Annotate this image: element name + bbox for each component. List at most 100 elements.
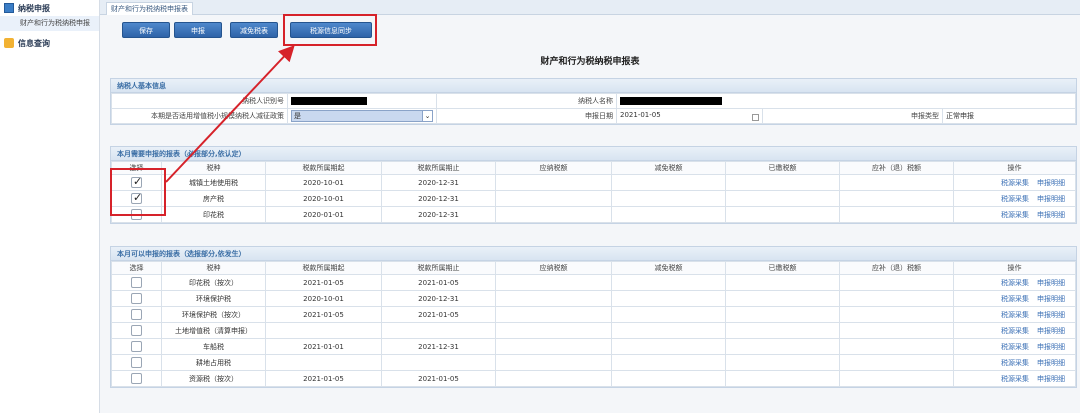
sidebar-item-property-tax[interactable]: 财产和行为税纳税申报	[0, 16, 99, 31]
detail-link[interactable]: 申报明细	[1037, 279, 1065, 287]
detail-link[interactable]: 申报明细	[1037, 295, 1065, 303]
column-header: 应纳税额	[495, 261, 612, 275]
tax-due	[839, 206, 954, 223]
table-row: 资源税（按次） 2021-01-05 2021-01-05 税源采集 申报明细	[111, 370, 1076, 387]
policy-cell: 是 ⌄	[287, 108, 437, 124]
detail-link[interactable]: 申报明细	[1037, 343, 1065, 351]
reduction-form-button[interactable]: 减免税表	[230, 22, 278, 38]
operations-cell: 税源采集 申报明细	[953, 174, 1076, 191]
detail-link[interactable]: 申报明细	[1037, 311, 1065, 319]
tax-reduction	[611, 306, 726, 323]
operations-cell: 税源采集 申报明细	[953, 370, 1076, 387]
tax-due	[839, 370, 954, 387]
declare-date-label: 申报日期	[436, 108, 617, 124]
column-header: 选择	[111, 261, 162, 275]
row-checkbox[interactable]	[131, 341, 142, 352]
tax-due	[839, 290, 954, 307]
period-end: 2020-12-31	[381, 290, 496, 307]
tax-due	[839, 338, 954, 355]
taxpayer-id-value	[287, 93, 437, 109]
collect-link[interactable]: 税源采集	[1001, 343, 1029, 351]
select-cell	[111, 370, 162, 387]
declare-type-value: 正常申报	[942, 108, 1076, 124]
tax-type: 车船税	[161, 338, 266, 355]
tax-paid	[725, 354, 840, 371]
tax-due	[839, 274, 954, 291]
row-checkbox[interactable]	[131, 373, 142, 384]
detail-link[interactable]: 申报明细	[1037, 195, 1065, 203]
tax-due	[839, 354, 954, 371]
operations-cell: 税源采集 申报明细	[953, 206, 1076, 223]
tax-payable	[495, 190, 612, 207]
detail-link[interactable]: 申报明细	[1037, 359, 1065, 367]
select-cell	[111, 338, 162, 355]
table-row: 房产税2020-10-012020-12-31 税源采集申报明细	[111, 190, 1076, 207]
period-end: 2021-12-31	[381, 338, 496, 355]
declare-button[interactable]: 申报	[174, 22, 222, 38]
period-start: 2020-01-01	[265, 206, 382, 223]
period-start: 2021-01-05	[265, 306, 382, 323]
panel-title: 纳税人基本信息	[111, 79, 1076, 93]
info-query-icon	[4, 38, 14, 48]
row-checkbox[interactable]	[131, 293, 142, 304]
tax-paid	[725, 206, 840, 223]
operations-cell: 税源采集 申报明细	[953, 354, 1076, 371]
calendar-icon[interactable]	[752, 114, 759, 121]
taxpayer-name-value	[616, 93, 1076, 109]
collect-link[interactable]: 税源采集	[1001, 359, 1029, 367]
table-row: 印花税 2020-01-01 2020-12-31 税源采集 申报明细	[111, 206, 1076, 223]
period-start	[265, 322, 382, 339]
operations-cell: 税源采集 申报明细	[953, 306, 1076, 323]
save-button[interactable]: 保存	[122, 22, 170, 38]
period-end: 2020-12-31	[381, 206, 496, 223]
detail-link[interactable]: 申报明细	[1037, 327, 1065, 335]
policy-select[interactable]: 是 ⌄	[291, 110, 433, 122]
detail-link[interactable]: 申报明细	[1037, 179, 1065, 187]
period-end	[381, 354, 496, 371]
detail-link[interactable]: 申报明细	[1037, 211, 1065, 219]
table-row: 耕地占用税 税源采集 申报明细	[111, 354, 1076, 371]
collect-link[interactable]: 税源采集	[1001, 211, 1029, 219]
table-row: 土地增值税（清算申报） 税源采集 申报明细	[111, 322, 1076, 339]
declare-date-field[interactable]: 2021-01-05	[616, 108, 763, 124]
tax-due	[839, 174, 954, 191]
period-end: 2020-12-31	[381, 190, 496, 207]
toolbar: 保存 申报 减免税表 税源信息同步	[100, 15, 1080, 45]
taxpayer-info-panel: 纳税人基本信息 纳税人识别号 纳税人名称 本期是否适用增值税小规模纳税人减征政策…	[110, 78, 1077, 125]
tax-type: 环境保护税（按次）	[161, 306, 266, 323]
operations-cell: 税源采集 申报明细	[953, 290, 1076, 307]
detail-link[interactable]: 申报明细	[1037, 375, 1065, 383]
sidebar-group-info-query[interactable]: 信息查询	[0, 35, 99, 51]
period-start: 2021-01-05	[265, 274, 382, 291]
collect-link[interactable]: 税源采集	[1001, 295, 1029, 303]
tax-payable	[495, 354, 612, 371]
tab-property-tax-form[interactable]: 财产和行为税纳税申报表	[106, 2, 193, 15]
row-checkbox[interactable]	[131, 357, 142, 368]
row-checkbox[interactable]	[131, 277, 142, 288]
tax-type: 耕地占用税	[161, 354, 266, 371]
sidebar-group-label: 纳税申报	[18, 3, 50, 13]
collect-link[interactable]: 税源采集	[1001, 195, 1029, 203]
period-start: 2020-10-01	[265, 190, 382, 207]
taxpayer-id-label: 纳税人识别号	[111, 93, 288, 109]
row-checkbox[interactable]	[131, 325, 142, 336]
tax-payable	[495, 206, 612, 223]
tax-reduction	[611, 190, 726, 207]
tax-type: 印花税	[161, 206, 266, 223]
collect-link[interactable]: 税源采集	[1001, 375, 1029, 383]
column-header: 税款所属期起	[265, 161, 382, 175]
collect-link[interactable]: 税源采集	[1001, 327, 1029, 335]
sidebar-group-tax-report[interactable]: 纳税申报	[0, 0, 99, 16]
collect-link[interactable]: 税源采集	[1001, 311, 1029, 319]
collect-link[interactable]: 税源采集	[1001, 179, 1029, 187]
column-header: 应纳税额	[495, 161, 612, 175]
column-header: 减免税额	[611, 161, 726, 175]
tax-reduction	[611, 354, 726, 371]
checkbox-highlight	[110, 168, 166, 216]
tax-paid	[725, 306, 840, 323]
collect-link[interactable]: 税源采集	[1001, 279, 1029, 287]
period-end: 2021-01-05	[381, 274, 496, 291]
tax-reduction	[611, 174, 726, 191]
select-cell	[111, 354, 162, 371]
row-checkbox[interactable]	[131, 309, 142, 320]
